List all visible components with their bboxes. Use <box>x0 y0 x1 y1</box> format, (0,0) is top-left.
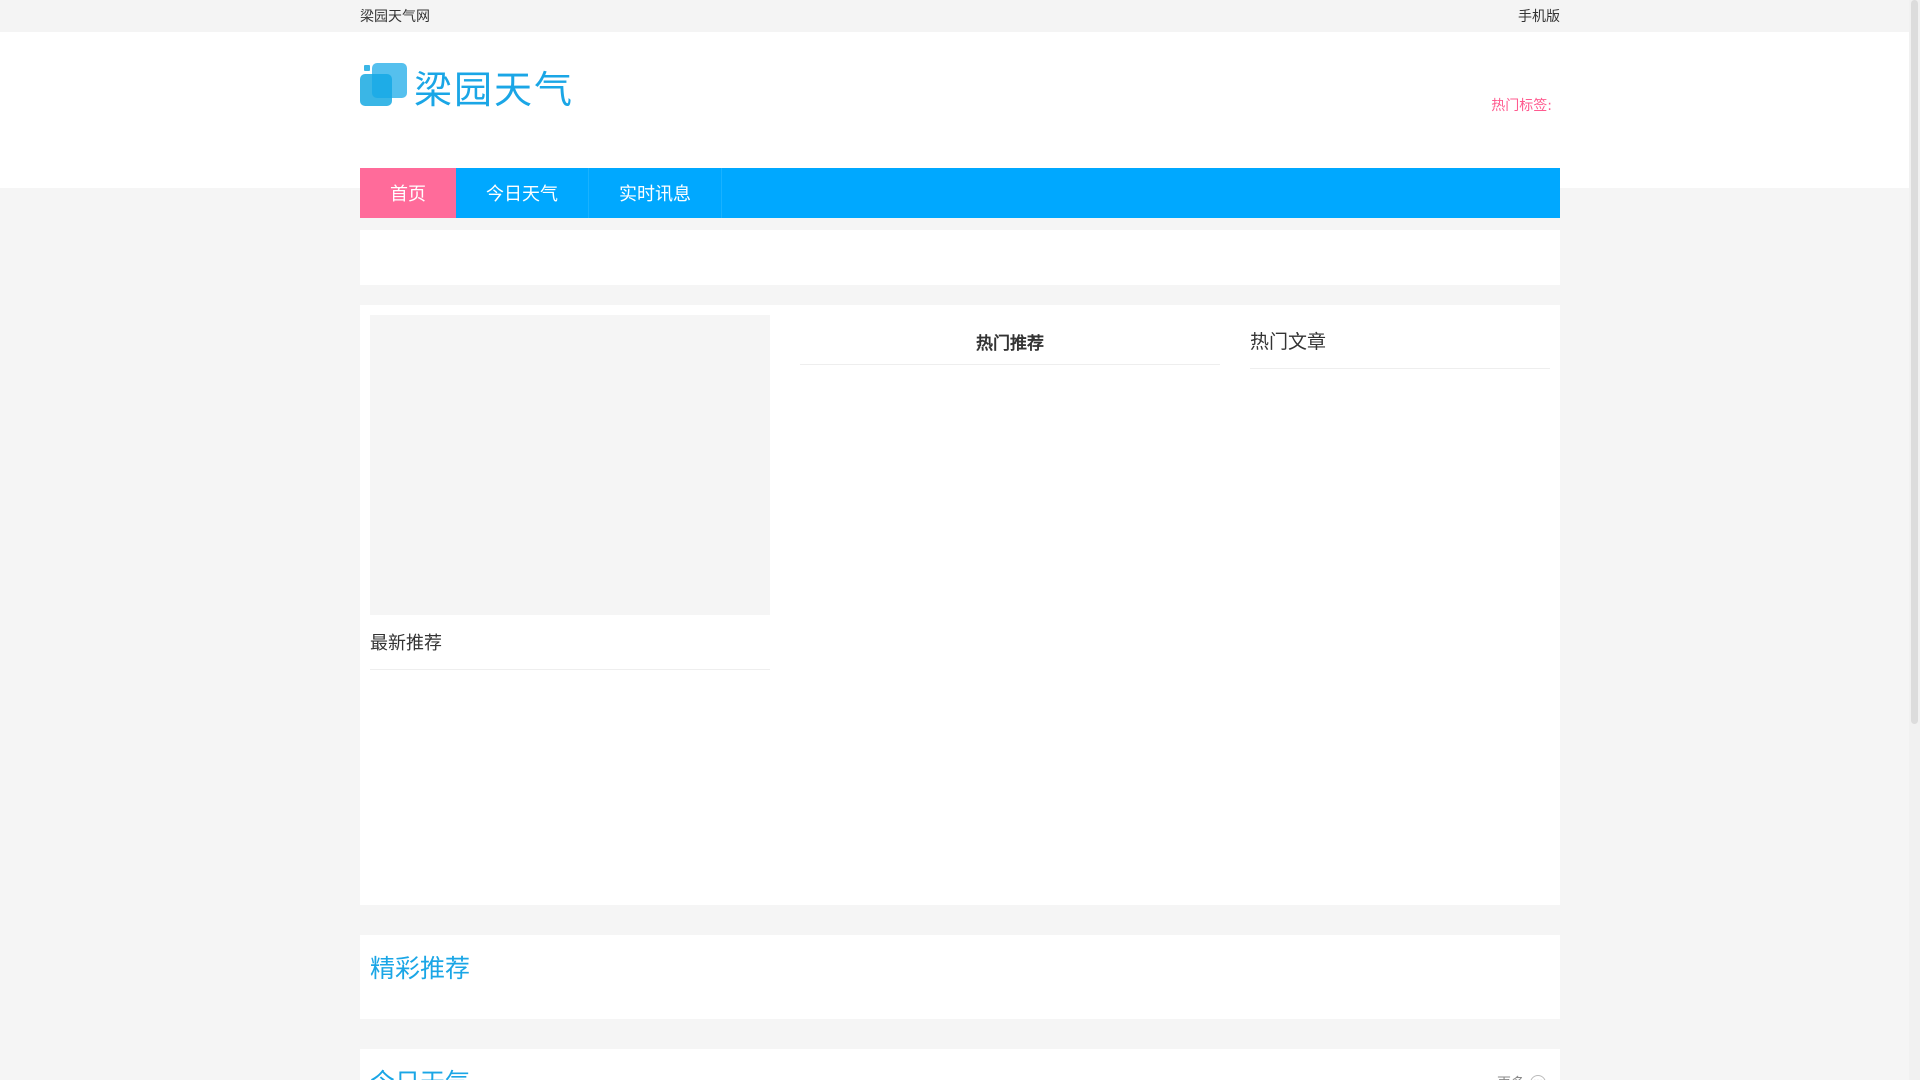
mobile-version-link[interactable]: 手机版 <box>1518 6 1560 26</box>
logo-text: 梁园天气 <box>414 67 575 112</box>
more-label: 更多 <box>1497 1073 1525 1080</box>
hot-recommend-title: 热门推荐 <box>800 315 1220 365</box>
more-link[interactable]: 更多 ··· <box>1497 1073 1546 1080</box>
more-icon: ··· <box>1530 1075 1546 1080</box>
featured-section: 精彩推荐 <box>360 935 1560 1019</box>
featured-image[interactable] <box>370 315 770 615</box>
top-bar: 梁园天气网 手机版 <box>0 0 1920 32</box>
hot-articles-column: 热门文章 <box>1250 315 1550 369</box>
nav-item-realtime-news[interactable]: 实时讯息 <box>589 168 722 218</box>
hot-articles-title: 热门文章 <box>1250 315 1550 369</box>
page-scrollbar[interactable] <box>1909 0 1920 1080</box>
main-content: 最新推荐 热门推荐 热门文章 <box>360 305 1560 905</box>
banner-placeholder <box>360 230 1560 285</box>
header: 梁园天气 热门标签: 首页 今日天气 实时讯息 <box>0 32 1920 218</box>
latest-recommend-column: 最新推荐 <box>370 315 770 670</box>
featured-section-title: 精彩推荐 <box>370 954 471 983</box>
hot-tags-label: 热门标签: <box>1491 98 1552 114</box>
scrollbar-thumb[interactable] <box>1911 0 1918 724</box>
hot-recommend-column: 热门推荐 <box>800 315 1220 365</box>
today-weather-section: 今日天气 更多 ··· <box>360 1049 1560 1080</box>
nav-item-today-weather[interactable]: 今日天气 <box>456 168 589 218</box>
today-weather-section-title: 今日天气 <box>360 1049 1560 1080</box>
main-nav: 首页 今日天气 实时讯息 <box>360 168 1560 218</box>
latest-recommend-title: 最新推荐 <box>370 615 770 670</box>
logo-icon <box>360 61 410 111</box>
site-name-link[interactable]: 梁园天气网 <box>360 6 430 26</box>
site-logo[interactable]: 梁园天气 <box>360 58 574 114</box>
nav-item-home[interactable]: 首页 <box>360 168 456 218</box>
